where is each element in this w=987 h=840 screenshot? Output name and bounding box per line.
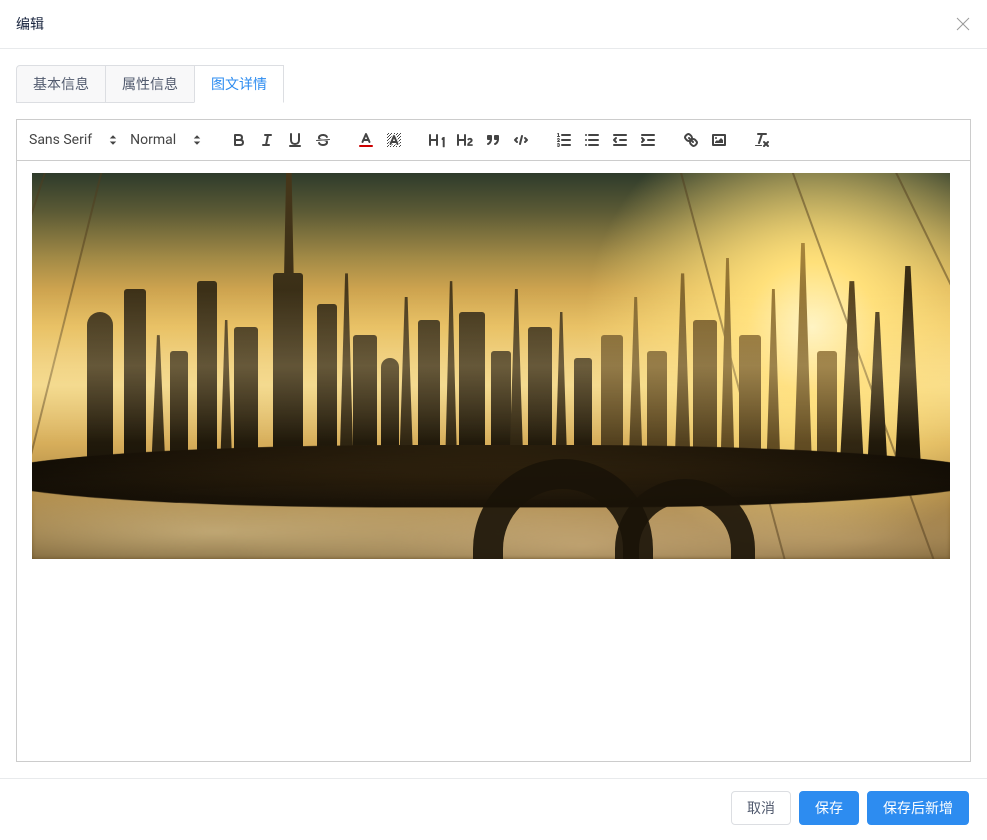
save-and-new-button[interactable]: 保存后新增 (867, 791, 969, 825)
tab-rich-detail[interactable]: 图文详情 (194, 65, 284, 103)
image-icon (710, 131, 728, 149)
italic-button[interactable] (253, 128, 281, 152)
link-button[interactable] (677, 128, 705, 152)
code-block-button[interactable] (507, 128, 535, 152)
blockquote-icon (484, 131, 502, 149)
dialog-header: 编辑 (0, 0, 987, 49)
background-color-button[interactable] (380, 128, 408, 152)
tab-basic-info[interactable]: 基本信息 (16, 65, 106, 103)
rich-text-editor: Sans Serif Normal (16, 119, 971, 762)
clean-format-icon (753, 131, 771, 149)
list-ordered-icon (555, 131, 573, 149)
dialog-title: 编辑 (16, 14, 44, 34)
save-button[interactable]: 保存 (799, 791, 859, 825)
link-icon (682, 131, 700, 149)
bold-icon (230, 131, 248, 149)
embedded-image (32, 173, 950, 559)
header1-button[interactable] (423, 128, 451, 152)
underline-icon (286, 131, 304, 149)
editor-toolbar: Sans Serif Normal (17, 120, 970, 161)
dialog-body: 基本信息 属性信息 图文详情 Sans Serif Normal (0, 49, 987, 778)
strike-button[interactable] (309, 128, 337, 152)
text-color-icon (357, 131, 375, 149)
list-bullet-icon (583, 131, 601, 149)
size-picker[interactable]: Normal (126, 128, 210, 152)
image-button[interactable] (705, 128, 733, 152)
clean-format-button[interactable] (748, 128, 776, 152)
header2-icon (456, 131, 474, 149)
code-block-icon (512, 131, 530, 149)
chevron-updown-icon (188, 131, 206, 149)
blockquote-button[interactable] (479, 128, 507, 152)
size-picker-label: Normal (130, 132, 176, 148)
cancel-button[interactable]: 取消 (731, 791, 791, 825)
italic-icon (258, 131, 276, 149)
font-picker[interactable]: Sans Serif (25, 128, 126, 152)
tab-attribute-info[interactable]: 属性信息 (105, 65, 195, 103)
bold-button[interactable] (225, 128, 253, 152)
indent-increase-button[interactable] (634, 128, 662, 152)
indent-decrease-icon (611, 131, 629, 149)
text-color-button[interactable] (352, 128, 380, 152)
strike-icon (314, 131, 332, 149)
indent-decrease-button[interactable] (606, 128, 634, 152)
list-ordered-button[interactable] (550, 128, 578, 152)
background-color-icon (385, 131, 403, 149)
indent-increase-icon (639, 131, 657, 149)
underline-button[interactable] (281, 128, 309, 152)
header2-button[interactable] (451, 128, 479, 152)
editor-content-area[interactable] (17, 161, 970, 761)
font-picker-label: Sans Serif (29, 132, 92, 148)
tabs: 基本信息 属性信息 图文详情 (16, 65, 971, 103)
list-bullet-button[interactable] (578, 128, 606, 152)
header1-icon (428, 131, 446, 149)
chevron-updown-icon (104, 131, 122, 149)
dialog-footer: 取消 保存 保存后新增 (0, 778, 987, 837)
close-icon[interactable] (955, 16, 971, 32)
